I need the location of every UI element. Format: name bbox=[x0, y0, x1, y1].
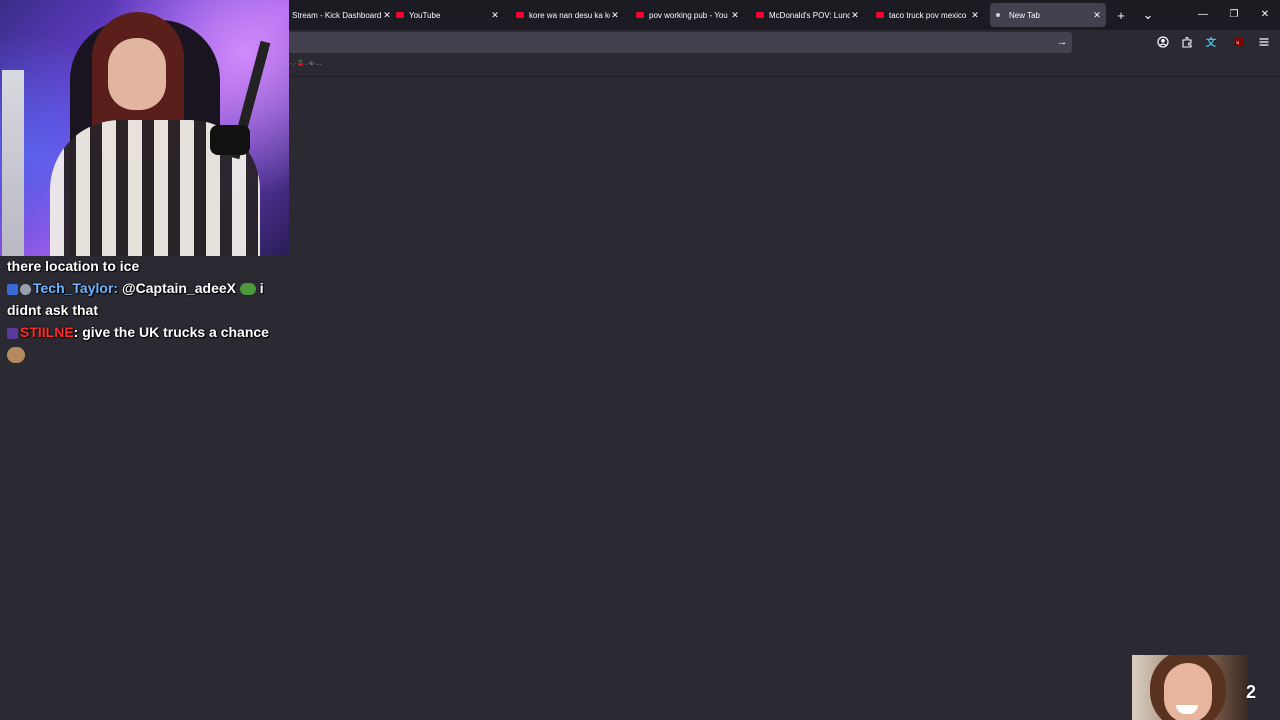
tab-youtube[interactable]: YouTube ✕ bbox=[392, 3, 504, 27]
chat-message: STIILNE: give the UK trucks a chance bbox=[7, 321, 292, 365]
tab-taco-truck-pov[interactable]: taco truck pov mexico ✕ bbox=[872, 3, 984, 27]
chat-message: Tech_Taylor: @Captain_adeeX i didnt ask … bbox=[7, 277, 292, 321]
svg-text:文: 文 bbox=[1206, 36, 1217, 48]
chat-colon: : bbox=[113, 280, 119, 296]
tab-title: New Tab bbox=[1009, 10, 1040, 20]
go-arrow-icon[interactable]: → bbox=[1054, 34, 1070, 50]
translate-icon[interactable]: 文 bbox=[1205, 35, 1219, 49]
tab-pov-working-pub[interactable]: pov working pub - You ✕ bbox=[632, 3, 744, 27]
youtube-icon bbox=[876, 12, 884, 18]
ublock-icon[interactable]: u bbox=[1232, 35, 1246, 49]
chat-username: STIILNE bbox=[20, 324, 74, 340]
tab-kick-dashboard[interactable]: Stream - Kick Dashboard ✕ bbox=[288, 3, 396, 27]
chat-message-text: there location to ice bbox=[7, 258, 140, 274]
tab-title: taco truck pov mexico bbox=[889, 10, 967, 20]
close-icon[interactable]: ✕ bbox=[490, 10, 500, 21]
tab-title: kore wa nan desu ka ko bbox=[529, 10, 610, 20]
close-icon[interactable]: ✕ bbox=[1092, 10, 1102, 21]
menu-icon[interactable] bbox=[1257, 35, 1271, 49]
youtube-icon bbox=[516, 12, 524, 18]
youtube-icon bbox=[636, 12, 644, 18]
youtube-icon bbox=[756, 12, 764, 18]
tab-title: McDonald's POV: Lunc bbox=[769, 10, 850, 20]
streamer-webcam bbox=[0, 0, 289, 256]
microphone-image bbox=[210, 125, 250, 155]
viewer-count: 2 bbox=[1246, 682, 1257, 702]
close-icon[interactable]: ✕ bbox=[850, 10, 860, 21]
tab-new-tab[interactable]: New Tab ✕ bbox=[990, 3, 1106, 27]
chat-message-text: give the UK trucks a chance bbox=[82, 324, 269, 340]
cat-emote-icon bbox=[7, 347, 25, 364]
close-icon[interactable]: ✕ bbox=[382, 10, 392, 21]
restore-button[interactable]: ❐ bbox=[1219, 3, 1249, 25]
chat-message: there location to ice bbox=[7, 255, 292, 277]
close-icon[interactable]: ✕ bbox=[970, 10, 980, 21]
chat-overlay: there location to ice Tech_Taylor: @Capt… bbox=[7, 255, 292, 365]
close-icon[interactable]: ✕ bbox=[610, 10, 620, 21]
tab-title: YouTube bbox=[409, 10, 441, 20]
secondary-webcam bbox=[1132, 655, 1248, 720]
tab-title: Stream - Kick Dashboard bbox=[292, 10, 382, 20]
youtube-icon bbox=[396, 12, 404, 18]
bookmark-item[interactable]: ·.·🍒.·ɞ·… bbox=[290, 60, 322, 67]
cloud-badge-icon bbox=[20, 283, 31, 295]
minimize-button[interactable]: — bbox=[1188, 3, 1218, 25]
bookmarks-toolbar bbox=[288, 56, 1280, 77]
dot-icon bbox=[996, 13, 1000, 17]
subscriber-badge-icon bbox=[7, 283, 18, 295]
tab-list-chevron-down-icon[interactable]: ⌄ bbox=[1136, 4, 1160, 26]
url-bar[interactable] bbox=[288, 32, 1072, 53]
pepe-emote-icon bbox=[239, 283, 256, 296]
account-icon[interactable] bbox=[1156, 35, 1170, 49]
window-close-button[interactable]: ✕ bbox=[1250, 3, 1280, 25]
streamer-face-image bbox=[108, 38, 166, 110]
close-icon[interactable]: ✕ bbox=[730, 10, 740, 21]
chat-mention: @Captain_adeeX bbox=[121, 280, 236, 296]
tab-title: pov working pub - You bbox=[649, 10, 728, 20]
new-tab-button[interactable]: + bbox=[1109, 4, 1133, 26]
tab-kore-wa-nan-desu-ka[interactable]: kore wa nan desu ka ko ✕ bbox=[512, 3, 624, 27]
extensions-icon[interactable] bbox=[1180, 35, 1194, 49]
subscriber-badge-icon bbox=[7, 327, 18, 339]
lamp-image bbox=[2, 70, 24, 256]
svg-text:u: u bbox=[1236, 40, 1239, 46]
chat-username: Tech_Taylor bbox=[33, 280, 114, 296]
tab-mcdonalds-pov[interactable]: McDonald's POV: Lunc ✕ bbox=[752, 3, 864, 27]
